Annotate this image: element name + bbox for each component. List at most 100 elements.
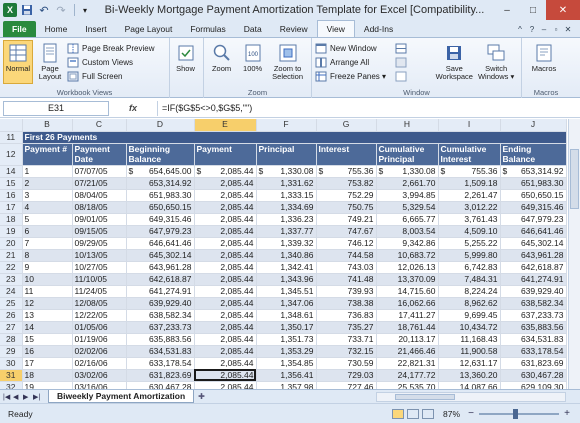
horizontal-scrollbar[interactable] bbox=[376, 391, 566, 402]
cell-pay[interactable]: 2,085.44 bbox=[194, 225, 257, 238]
cell-prin[interactable]: 1,356.41 bbox=[256, 369, 317, 382]
cell-beg[interactable]: $654,645.00 bbox=[126, 165, 195, 178]
tab-add-ins[interactable]: Add-Ins bbox=[355, 21, 402, 37]
cell-int[interactable]: 730.59 bbox=[316, 357, 377, 370]
column-header[interactable]: G bbox=[316, 119, 377, 132]
cell-prin[interactable]: 1,357.98 bbox=[256, 381, 317, 389]
cell-n[interactable]: 18 bbox=[22, 369, 73, 382]
split-icon[interactable] bbox=[395, 41, 435, 55]
workbook-minimize-icon[interactable]: – bbox=[538, 25, 550, 34]
zoom-to-selection-button[interactable]: Zoom to Selection bbox=[269, 40, 306, 84]
cell-date[interactable]: 03/16/06 bbox=[72, 381, 127, 389]
excel-logo-icon[interactable]: X bbox=[3, 3, 17, 17]
cell-date[interactable]: 12/08/05 bbox=[72, 297, 127, 310]
cell-beg[interactable]: 634,531.83 bbox=[126, 345, 195, 358]
page-break-shortcut-icon[interactable] bbox=[421, 408, 434, 419]
cell-n[interactable]: 3 bbox=[22, 189, 73, 202]
cell-beg[interactable]: 650,650.15 bbox=[126, 201, 195, 214]
cell-int[interactable]: 738.38 bbox=[316, 297, 377, 310]
cell-end[interactable]: $653,314.92 bbox=[500, 165, 567, 178]
normal-view-button[interactable]: Normal bbox=[3, 40, 33, 84]
cell-cint[interactable]: 3,761.43 bbox=[438, 213, 501, 226]
cell-cint[interactable]: 14,087.66 bbox=[438, 381, 501, 389]
close-button[interactable]: ✕ bbox=[546, 0, 580, 20]
save-workspace-button[interactable]: Save Workspace bbox=[434, 40, 474, 84]
page-layout-view-button[interactable]: Page Layout bbox=[35, 40, 65, 84]
cell-end[interactable]: 650,650.15 bbox=[500, 189, 567, 202]
cell-pay[interactable]: 2,085.44 bbox=[194, 357, 257, 370]
cell-beg[interactable]: 642,618.87 bbox=[126, 273, 195, 286]
cell-pay[interactable]: 2,085.44 bbox=[194, 177, 257, 190]
row-header[interactable]: 30 bbox=[0, 357, 23, 370]
last-sheet-icon[interactable]: ▶| bbox=[33, 393, 43, 401]
save-icon[interactable] bbox=[20, 3, 34, 17]
cell-cprin[interactable]: 14,715.60 bbox=[376, 285, 439, 298]
cell-date[interactable]: 08/18/05 bbox=[72, 201, 127, 214]
cell-prin[interactable]: 1,350.17 bbox=[256, 321, 317, 334]
row-header[interactable]: 22 bbox=[0, 261, 23, 274]
cell-cprin[interactable]: 10,683.72 bbox=[376, 249, 439, 262]
row-header[interactable]: 18 bbox=[0, 213, 23, 226]
undo-icon[interactable]: ↶ bbox=[37, 3, 51, 17]
row-header[interactable]: 23 bbox=[0, 273, 23, 286]
full-screen-button[interactable]: Full Screen bbox=[67, 69, 154, 83]
column-header[interactable]: I bbox=[438, 119, 501, 132]
cell-beg[interactable]: 647,979.23 bbox=[126, 225, 195, 238]
cell-pay[interactable]: 2,085.44 bbox=[194, 249, 257, 262]
cell-end[interactable]: 646,641.46 bbox=[500, 225, 567, 238]
cell-cint[interactable]: 6,742.83 bbox=[438, 261, 501, 274]
cell-date[interactable]: 01/05/06 bbox=[72, 321, 127, 334]
maximize-button[interactable]: □ bbox=[520, 0, 546, 20]
cell-pay[interactable]: 2,085.44 bbox=[194, 261, 257, 274]
row-header[interactable]: 11 bbox=[0, 131, 23, 144]
cell-n[interactable]: 1 bbox=[22, 165, 73, 178]
tab-insert[interactable]: Insert bbox=[76, 21, 115, 37]
cell-pay[interactable]: 2,085.44 bbox=[194, 321, 257, 334]
cell-int[interactable]: 729.03 bbox=[316, 369, 377, 382]
show-button[interactable]: Show bbox=[173, 40, 198, 84]
cell-prin[interactable]: 1,354.85 bbox=[256, 357, 317, 370]
cell-date[interactable]: 01/19/06 bbox=[72, 333, 127, 346]
cell-date[interactable]: 09/29/05 bbox=[72, 237, 127, 250]
cell-n[interactable]: 9 bbox=[22, 261, 73, 274]
cell-int[interactable]: 743.03 bbox=[316, 261, 377, 274]
cell-beg[interactable]: 651,983.30 bbox=[126, 189, 195, 202]
redo-icon[interactable]: ↷ bbox=[54, 3, 68, 17]
row-header[interactable]: 32 bbox=[0, 381, 23, 389]
cell-prin[interactable]: 1,347.06 bbox=[256, 297, 317, 310]
cell-end[interactable]: 633,178.54 bbox=[500, 345, 567, 358]
cell-prin[interactable]: 1,337.77 bbox=[256, 225, 317, 238]
unhide-icon[interactable] bbox=[395, 69, 435, 83]
cell-cprin[interactable]: 21,466.46 bbox=[376, 345, 439, 358]
cell-date[interactable]: 08/04/05 bbox=[72, 189, 127, 202]
row-header[interactable]: 26 bbox=[0, 309, 23, 322]
cell-cprin[interactable]: 2,661.70 bbox=[376, 177, 439, 190]
cell-cint[interactable]: 1,509.18 bbox=[438, 177, 501, 190]
cell-end[interactable]: 642,618.87 bbox=[500, 261, 567, 274]
cell-cint[interactable]: 10,434.72 bbox=[438, 321, 501, 334]
cell-cint[interactable]: 5,999.80 bbox=[438, 249, 501, 262]
column-header[interactable]: H bbox=[376, 119, 439, 132]
column-header[interactable]: J bbox=[500, 119, 567, 132]
cell-end[interactable]: 629,109.30 bbox=[500, 381, 567, 389]
cell-date[interactable]: 11/10/05 bbox=[72, 273, 127, 286]
cell-pay[interactable]: 2,085.44 bbox=[194, 381, 257, 389]
cell-prin[interactable]: 1,334.69 bbox=[256, 201, 317, 214]
cell-end[interactable]: 631,823.69 bbox=[500, 357, 567, 370]
cell-end[interactable]: 630,467.28 bbox=[500, 369, 567, 382]
cell-cprin[interactable]: 13,370.09 bbox=[376, 273, 439, 286]
cell-int[interactable]: 752.29 bbox=[316, 189, 377, 202]
cell-date[interactable]: 11/24/05 bbox=[72, 285, 127, 298]
cell-pay[interactable]: 2,085.44 bbox=[194, 309, 257, 322]
cell-end[interactable]: 634,531.83 bbox=[500, 333, 567, 346]
vertical-scrollbar[interactable] bbox=[568, 119, 580, 389]
zoom-out-icon[interactable]: − bbox=[466, 408, 476, 419]
cell-n[interactable]: 12 bbox=[22, 297, 73, 310]
cell-cint[interactable]: 4,509.10 bbox=[438, 225, 501, 238]
row-header[interactable]: 17 bbox=[0, 201, 23, 214]
cell-n[interactable]: 13 bbox=[22, 309, 73, 322]
select-all-corner[interactable] bbox=[0, 119, 23, 132]
cell-cprin[interactable]: 18,761.44 bbox=[376, 321, 439, 334]
customize-qat-icon[interactable]: ▾ bbox=[78, 3, 92, 17]
tab-page-layout[interactable]: Page Layout bbox=[116, 21, 182, 37]
